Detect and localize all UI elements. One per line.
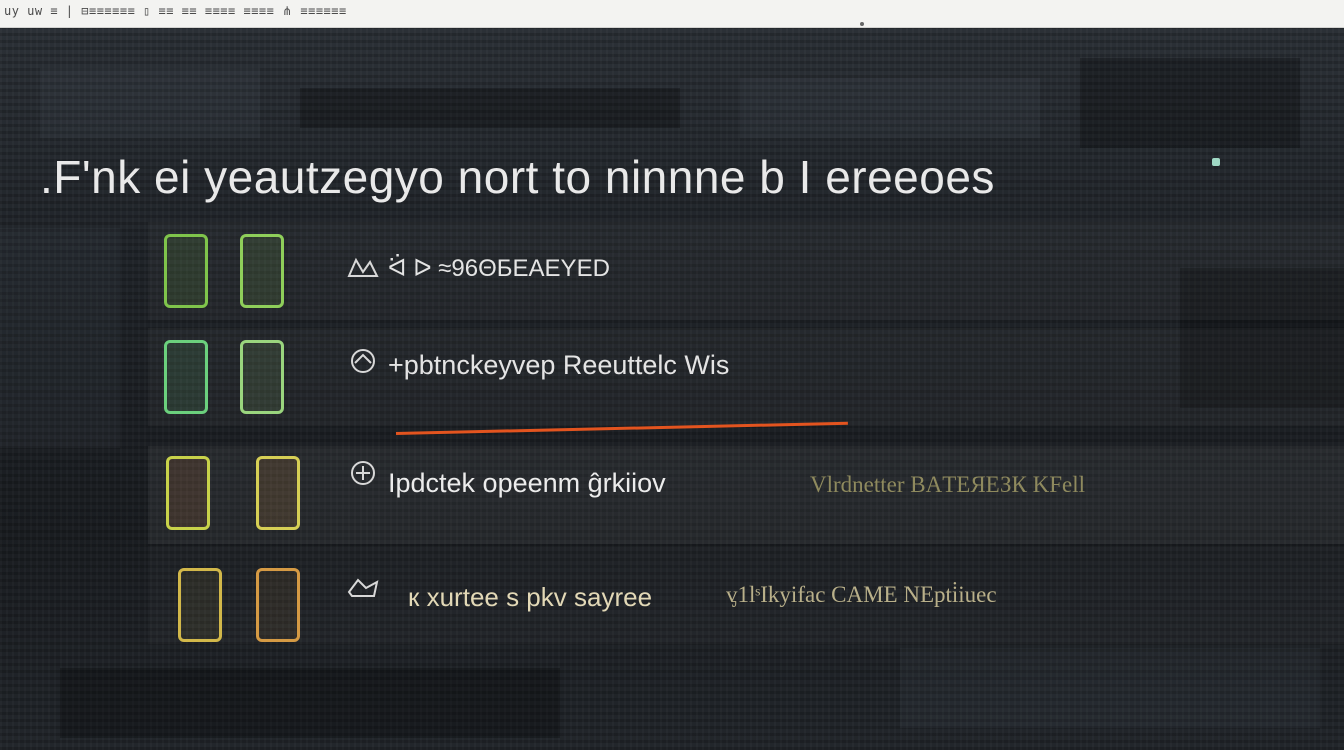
key-icon: [164, 234, 208, 308]
hand-pointer-icon: [351, 461, 375, 485]
hand-pointer-icon: [347, 257, 379, 277]
key-icon: [178, 568, 222, 642]
key-icon: [256, 456, 300, 530]
list-item-label: +pbtnckeyvep Reeuttelc Wis: [388, 350, 730, 380]
sparkle-icon: [1212, 158, 1220, 166]
toolbar-indicator-icon: [860, 22, 864, 26]
list-item[interactable]: Ipdctek opeenm ĝrkiiov Vlrdnetter ВAТЕЯЕ…: [148, 446, 1344, 544]
list-item-label: Ipdctek opeenm ĝrkiiov: [388, 468, 666, 498]
key-icon: [164, 340, 208, 414]
hand-pointer-icon: [347, 578, 379, 597]
list-item[interactable]: к xurtee s pkv sayree ᶌ1lˢIkyifac CAME N…: [148, 546, 1344, 644]
list-item[interactable]: +pbtnckeyvep Reeuttelc Wis: [148, 328, 1344, 426]
list-item-detail: ᶌ1lˢIkyifac CAME NEpti̇iuec: [726, 582, 997, 607]
toolbar-text: uy uw ≡ | ⊟≡≡≡≡≡≡ ▯ ≡≡ ≡≡ ≡≡≡≡ ≡≡≡≡ ⋔ ≡≡…: [4, 4, 347, 18]
key-icon: [240, 234, 284, 308]
key-icon: [240, 340, 284, 414]
browser-toolbar: uy uw ≡ | ⊟≡≡≡≡≡≡ ▯ ≡≡ ≡≡ ≡≡≡≡ ≡≡≡≡ ⋔ ≡≡…: [0, 0, 1344, 28]
page-heading: .F'nk ei yeautzegyo nort to ninnne b I e…: [40, 151, 995, 203]
list-item[interactable]: ᐛ ᐅ ≈96ΘБEAEYED: [148, 222, 1344, 320]
key-icon: [166, 456, 210, 530]
key-icon: [256, 568, 300, 642]
list-item-label: ᐛ ᐅ ≈96ΘБEAEYED: [388, 255, 610, 282]
list-item-detail: Vlrdnetter ВAТЕЯЕЗК KFell: [810, 472, 1085, 497]
hand-pointer-icon: [351, 349, 375, 373]
list-item-label: к xurtee s pkv sayree: [408, 582, 653, 612]
